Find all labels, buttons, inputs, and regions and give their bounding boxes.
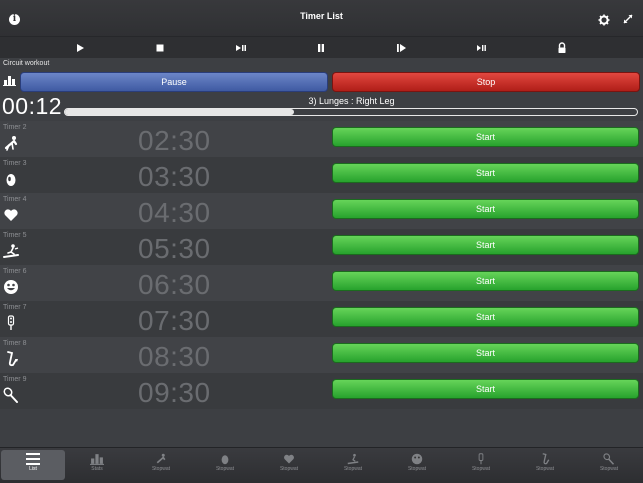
start-button[interactable]: Start <box>332 271 639 291</box>
playback-toolbar <box>0 37 643 58</box>
saxophone-icon <box>542 453 550 465</box>
timer-time: 02:30 <box>138 125 211 156</box>
tab-stopwatch-racket[interactable]: Stopwat <box>577 450 641 480</box>
timer-row: Timer 6 06:30 Start <box>0 265 643 301</box>
timer-time: 04:30 <box>138 197 211 228</box>
pause-button[interactable]: Pause <box>20 72 328 92</box>
start-button[interactable]: Start <box>332 343 639 363</box>
egg-icon <box>221 455 229 465</box>
tab-label: Stopwat <box>279 466 299 472</box>
pause-step-icon[interactable] <box>475 41 489 55</box>
tab-label: Stopwat <box>535 466 555 472</box>
start-button[interactable]: Start <box>332 307 639 327</box>
tab-label: List <box>29 466 37 472</box>
treadmill-icon <box>3 244 19 258</box>
traffic-light-icon <box>7 315 15 330</box>
timer-label: Timer 9 <box>3 376 27 383</box>
page-title: Timer List <box>300 11 343 21</box>
timer-label: Timer 4 <box>3 196 27 203</box>
timer-time: 07:30 <box>138 305 211 336</box>
tab-stopwatch-traffic-light[interactable]: Stopwat <box>449 450 513 480</box>
stop-icon[interactable] <box>153 41 167 55</box>
heart-icon <box>284 454 294 464</box>
tab-stats[interactable]: Stats <box>65 450 129 480</box>
timer-label: Timer 7 <box>3 304 27 311</box>
smiley-icon <box>4 280 18 294</box>
tab-label: Stopwat <box>407 466 427 472</box>
tennis-racket-icon <box>603 453 615 465</box>
tab-list[interactable]: List <box>1 450 65 480</box>
smiley-icon <box>411 453 423 465</box>
pushups-icon <box>156 453 166 464</box>
tab-stopwatch-egg[interactable]: Stopwat <box>193 450 257 480</box>
tab-label: Stopwat <box>471 466 491 472</box>
tab-stopwatch-treadmill[interactable]: Stopwat <box>321 450 385 480</box>
timer-row: Timer 7 07:30 Start <box>0 301 643 337</box>
title-bar: i Timer List <box>0 0 643 37</box>
timer-time: 06:30 <box>138 269 211 300</box>
start-button[interactable]: Start <box>332 127 639 147</box>
step-forward-icon[interactable] <box>394 41 408 55</box>
timer-time: 03:30 <box>138 161 211 192</box>
timer-label: Timer 5 <box>3 232 27 239</box>
heart-icon <box>4 209 18 221</box>
play-icon[interactable] <box>73 41 87 55</box>
current-timer-display: 00:12 <box>2 93 63 119</box>
timer-label: Timer 6 <box>3 268 27 275</box>
tab-stopwatch-smiley[interactable]: Stopwat <box>385 450 449 480</box>
tab-label: Stopwat <box>215 466 235 472</box>
saxophone-icon <box>7 351 18 367</box>
list-icon <box>26 453 40 465</box>
lock-icon[interactable] <box>555 41 569 55</box>
timer-row: Timer 3 03:30 Start <box>0 157 643 193</box>
pushups-icon <box>4 136 18 151</box>
timer-label: Timer 2 <box>3 124 27 131</box>
expand-icon[interactable] <box>623 14 633 24</box>
stop-button[interactable]: Stop <box>332 72 640 92</box>
timer-time: 08:30 <box>138 341 211 372</box>
tab-label: Stopwat <box>151 466 171 472</box>
tab-stopwatch-pushups[interactable]: Stopwat <box>129 450 193 480</box>
tab-stopwatch-saxophone[interactable]: Stopwat <box>513 450 577 480</box>
tab-label: Stats <box>91 466 103 472</box>
stats-icon[interactable] <box>3 75 16 86</box>
timer-row: Timer 5 05:30 Start <box>0 229 643 265</box>
start-button[interactable]: Start <box>332 199 639 219</box>
traffic-light-icon <box>478 453 484 465</box>
tab-stopwatch-heart[interactable]: Stopwat <box>257 450 321 480</box>
start-button[interactable]: Start <box>332 163 639 183</box>
start-button[interactable]: Start <box>332 235 639 255</box>
timer-row: Timer 9 09:30 Start <box>0 373 643 409</box>
progress-bar <box>64 108 638 116</box>
play-pause-icon[interactable] <box>234 41 248 55</box>
timer-label: Timer 3 <box>3 160 27 167</box>
progress-fill <box>65 109 294 115</box>
tab-label: Stopwat <box>599 466 619 472</box>
timer-row: Timer 2 02:30 Start <box>0 121 643 157</box>
timer-row: Timer 8 08:30 Start <box>0 337 643 373</box>
egg-icon <box>6 174 16 186</box>
stats-icon <box>90 454 104 465</box>
current-step-label: 3) Lunges : Right Leg <box>308 96 395 106</box>
section-label: Circuit workout <box>3 60 50 67</box>
pause-icon[interactable] <box>314 41 328 55</box>
gear-icon[interactable] <box>598 14 610 26</box>
tab-bar: List Stats Stopwat Stopwat Stopwat Stopw… <box>0 447 643 483</box>
timer-time: 09:30 <box>138 377 211 408</box>
tennis-racket-icon <box>3 387 18 403</box>
treadmill-icon <box>347 453 359 465</box>
timer-time: 05:30 <box>138 233 211 264</box>
tab-label: Stopwat <box>343 466 363 472</box>
start-button[interactable]: Start <box>332 379 639 399</box>
timer-label: Timer 8 <box>3 340 27 347</box>
timer-row: Timer 4 04:30 Start <box>0 193 643 229</box>
